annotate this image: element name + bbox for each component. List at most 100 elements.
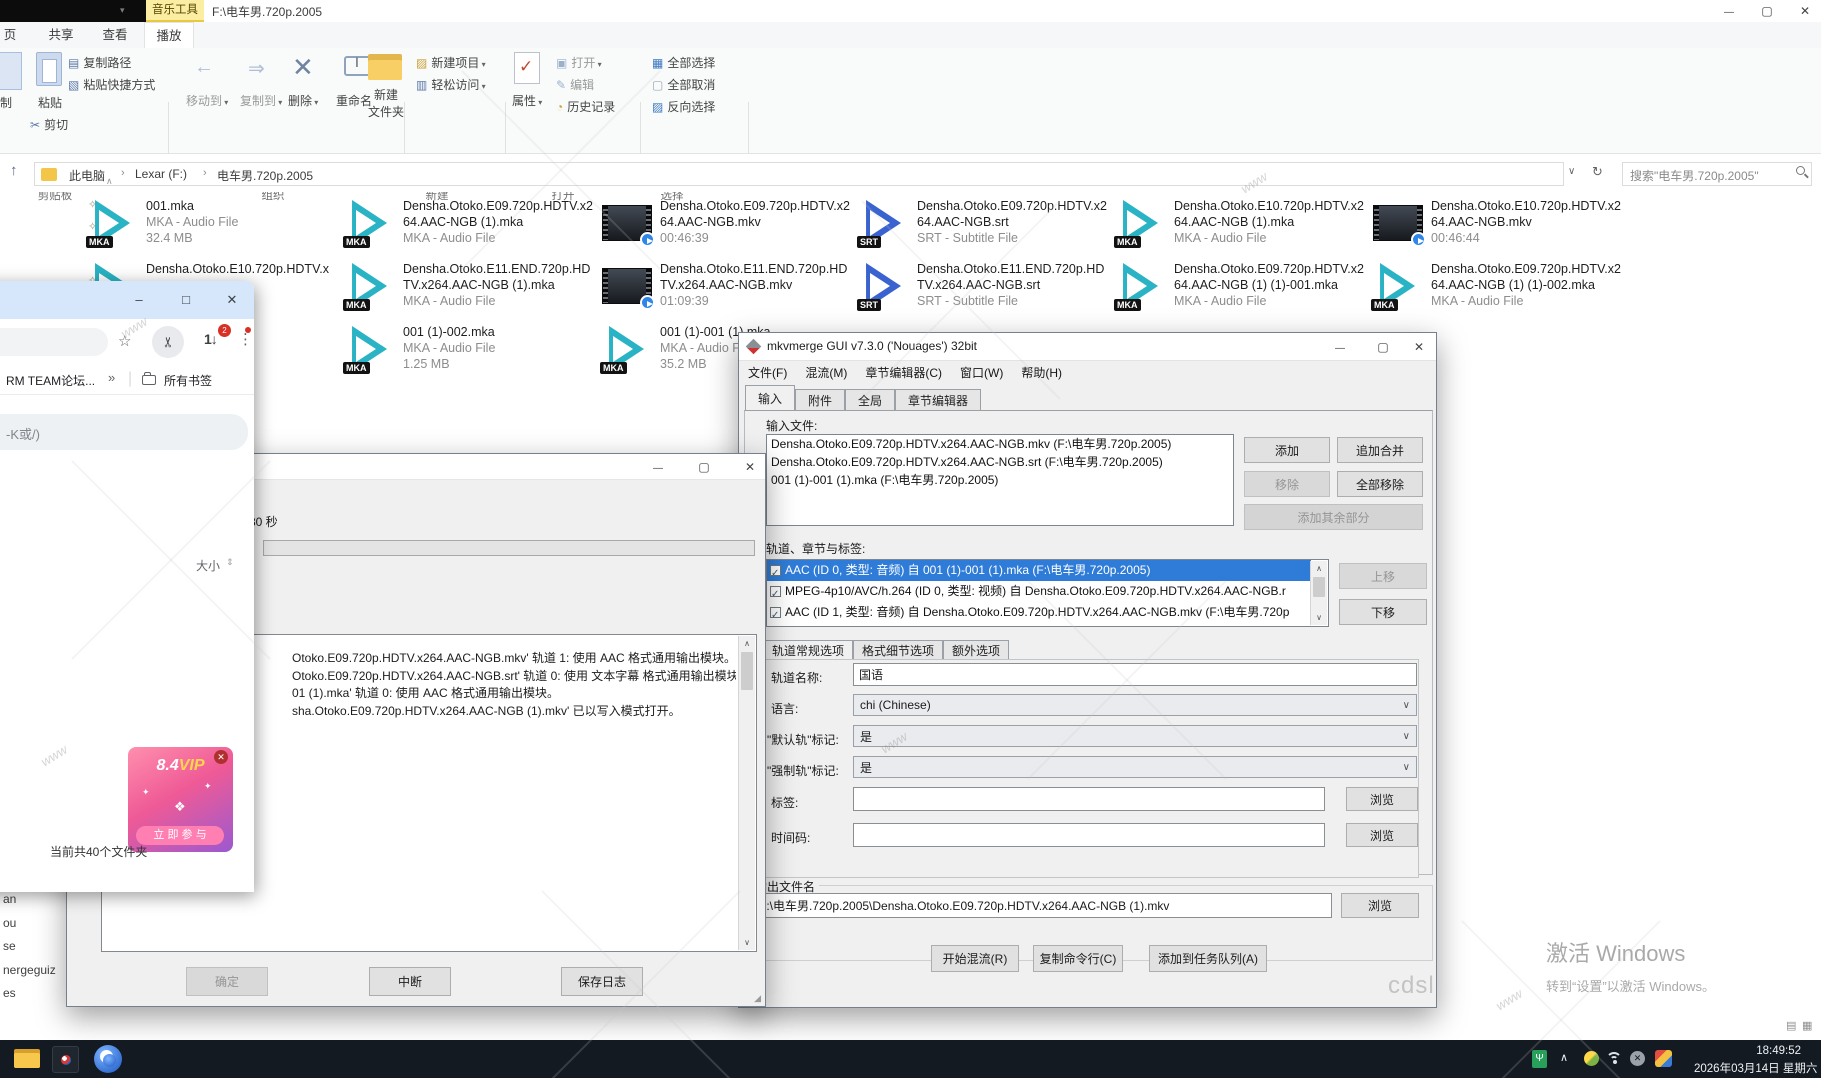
dialog-close-button[interactable]	[733, 454, 767, 480]
crumb-folder[interactable]: 电车男.720p.2005	[217, 167, 313, 184]
easy-access-button[interactable]: ▥轻松访问	[416, 76, 486, 93]
add-rest-button[interactable]: 添加其余部分	[1244, 504, 1423, 530]
remove-button[interactable]: 移除	[1244, 471, 1330, 497]
ad-close-icon[interactable]: ✕	[214, 750, 228, 764]
bookmarks-overflow-icon[interactable]: »	[108, 370, 115, 385]
copy-to-button[interactable]: 复制到	[240, 92, 282, 109]
move-to-button[interactable]: 移动到	[186, 92, 228, 109]
thumbnail-view-icon[interactable]: ▦	[1802, 1019, 1812, 1032]
navpane-scroll-up-icon[interactable]: ∧	[106, 176, 113, 187]
output-browse-button[interactable]: 浏览	[1341, 893, 1419, 918]
dialog-maximize-button[interactable]	[687, 454, 721, 480]
search-input[interactable]: 搜索"电车男.720p.2005"	[1622, 162, 1812, 186]
delete-button[interactable]: 删除	[288, 92, 318, 109]
properties-button[interactable]: 属性	[512, 92, 542, 109]
new-item-button[interactable]: ▨新建项目	[416, 54, 486, 71]
explorer-restore-button[interactable]	[1750, 0, 1784, 22]
browser-minimize-button[interactable]: –	[124, 287, 154, 313]
file-tile[interactable]: MKA 001.mka MKA - Audio File 32.4 MB	[86, 196, 343, 259]
log-scrollbar[interactable]: ∧ ∨	[738, 636, 755, 950]
file-tile[interactable]: Densha.Otoko.E09.720p.HDTV.x264.AAC-NGB.…	[600, 196, 857, 259]
tags-browse-button[interactable]: 浏览	[1346, 787, 1418, 811]
mkvmerge-tab[interactable]: 章节编辑器	[895, 389, 981, 411]
context-tab-music-tools[interactable]: 音乐工具	[146, 0, 204, 22]
menu-item[interactable]: 混流(M)	[796, 361, 856, 385]
all-bookmarks-button[interactable]: 所有书签	[164, 372, 212, 389]
mkvmerge-tab[interactable]: 全局	[845, 389, 895, 411]
file-tile[interactable]: MKA Densha.Otoko.E10.720p.HDTV.x264.AAC-…	[1114, 196, 1371, 259]
new-folder-button[interactable]: 新建 文件夹	[368, 86, 404, 120]
breadcrumb[interactable]: 此电脑 › Lexar (F:) › 电车男.720p.2005	[34, 162, 1564, 186]
track-checkbox[interactable]	[770, 607, 781, 618]
tray-app-icon[interactable]	[1655, 1050, 1672, 1067]
taskbar-player-icon[interactable]	[52, 1046, 79, 1073]
clock-time[interactable]: 18:49:52	[1735, 1045, 1801, 1057]
page-search-input[interactable]: -K或/)	[0, 414, 248, 450]
track-option-tab[interactable]: 轨道常规选项	[763, 640, 853, 660]
clock-date[interactable]: 2026年03月14日 星期六	[1694, 1060, 1820, 1076]
file-tile[interactable]: SRT Densha.Otoko.E09.720p.HDTV.x264.AAC-…	[857, 196, 1114, 259]
crumb-this-pc[interactable]: 此电脑	[69, 167, 105, 184]
timecodes-input[interactable]	[853, 823, 1325, 847]
language-select[interactable]: chi (Chinese)	[853, 694, 1417, 716]
abort-button[interactable]: 中断	[369, 967, 451, 996]
append-button[interactable]: 追加合并	[1337, 437, 1423, 463]
tags-input[interactable]	[853, 787, 1325, 811]
track-name-input[interactable]: 国语	[853, 663, 1417, 686]
tray-sync-error-icon[interactable]: ✕	[1630, 1051, 1645, 1066]
ok-button[interactable]: 确定	[186, 967, 268, 996]
browser-close-button[interactable]: ✕	[217, 287, 247, 313]
menu-item[interactable]: 窗口(W)	[951, 361, 1012, 385]
copy-icon[interactable]	[0, 52, 22, 90]
resize-grip[interactable]: ◢	[754, 993, 761, 1004]
tab-play[interactable]: 播放	[144, 22, 194, 48]
mkvmerge-close-button[interactable]	[1402, 333, 1436, 361]
select-none-button[interactable]: ▢全部取消	[652, 76, 715, 93]
edit-button[interactable]: ✎编辑	[556, 76, 594, 93]
file-tile[interactable]: MKA Densha.Otoko.E09.720p.HDTV.x264.AAC-…	[1371, 259, 1628, 322]
history-button[interactable]: ◔历史记录	[556, 98, 615, 115]
copy-button[interactable]: 制	[0, 94, 12, 111]
invert-selection-button[interactable]: ▨反向选择	[652, 98, 715, 115]
up-arrow-button[interactable]: ↑	[10, 162, 18, 179]
tray-hidden-icons-chevron[interactable]: ∧	[1560, 1051, 1568, 1064]
track-row[interactable]: AAC (ID 0, 类型: 音频) 自 001 (1)-001 (1).mka…	[767, 560, 1311, 581]
size-column-header[interactable]: 大小	[196, 557, 220, 574]
list-view-icon[interactable]: ▤	[1786, 1019, 1796, 1032]
timecodes-browse-button[interactable]: 浏览	[1346, 823, 1418, 847]
input-files-list[interactable]: Densha.Otoko.E09.720p.HDTV.x264.AAC-NGB.…	[766, 434, 1234, 526]
ad-cta-button[interactable]: 立 即 参 与	[136, 826, 224, 845]
forced-track-select[interactable]: 是	[853, 756, 1417, 778]
menu-item[interactable]: 文件(F)	[739, 361, 796, 385]
tray-wifi-icon[interactable]	[1606, 1052, 1624, 1066]
dialog-minimize-button[interactable]	[641, 454, 675, 480]
copy-cmdline-button[interactable]: 复制命令行(C)	[1033, 945, 1123, 972]
track-option-tab[interactable]: 额外选项	[943, 640, 1009, 660]
explorer-close-button[interactable]	[1788, 0, 1821, 22]
tab-home[interactable]: 页	[0, 22, 20, 48]
qat-dropdown-icon[interactable]: ▾	[120, 5, 125, 16]
paste-shortcut-button[interactable]: ▧粘贴快捷方式	[68, 76, 155, 93]
start-muxing-button[interactable]: 开始混流(R)	[931, 945, 1019, 972]
add-to-jobqueue-button[interactable]: 添加到任务队列(A)	[1149, 945, 1267, 972]
copy-path-button[interactable]: ▤复制路径	[68, 54, 131, 71]
paste-button[interactable]: 粘贴	[38, 94, 62, 111]
refresh-icon[interactable]: ↻	[1592, 164, 1603, 180]
tab-share[interactable]: 共享	[38, 22, 84, 48]
tray-security-icon[interactable]	[1584, 1051, 1599, 1066]
crumb-drive[interactable]: Lexar (F:)	[135, 167, 187, 181]
address-dropdown-icon[interactable]: ∨	[1568, 166, 1575, 177]
file-tile[interactable]: MKA Densha.Otoko.E09.720p.HDTV.x264.AAC-…	[1114, 259, 1371, 322]
mkvmerge-tab[interactable]: 输入	[745, 385, 795, 411]
move-down-button[interactable]: 下移	[1339, 599, 1427, 625]
track-checkbox[interactable]	[770, 586, 781, 597]
tray-usb-icon[interactable]: Ψ	[1532, 1050, 1547, 1068]
browser-maximize-button[interactable]: □	[171, 287, 201, 313]
track-option-tab[interactable]: 格式细节选项	[853, 640, 943, 660]
clip-tool-icon[interactable]	[152, 326, 184, 358]
move-up-button[interactable]: 上移	[1339, 563, 1427, 589]
input-file-row[interactable]: 001 (1)-001 (1).mka (F:\电车男.720p.2005)	[767, 471, 1233, 489]
file-tile[interactable]: Densha.Otoko.E11.END.720p.HDTV.x264.AAC-…	[600, 259, 857, 322]
track-row[interactable]: MPEG-4p10/AVC/h.264 (ID 0, 类型: 视频) 自 Den…	[767, 581, 1311, 602]
input-file-row[interactable]: Densha.Otoko.E09.720p.HDTV.x264.AAC-NGB.…	[767, 453, 1233, 471]
